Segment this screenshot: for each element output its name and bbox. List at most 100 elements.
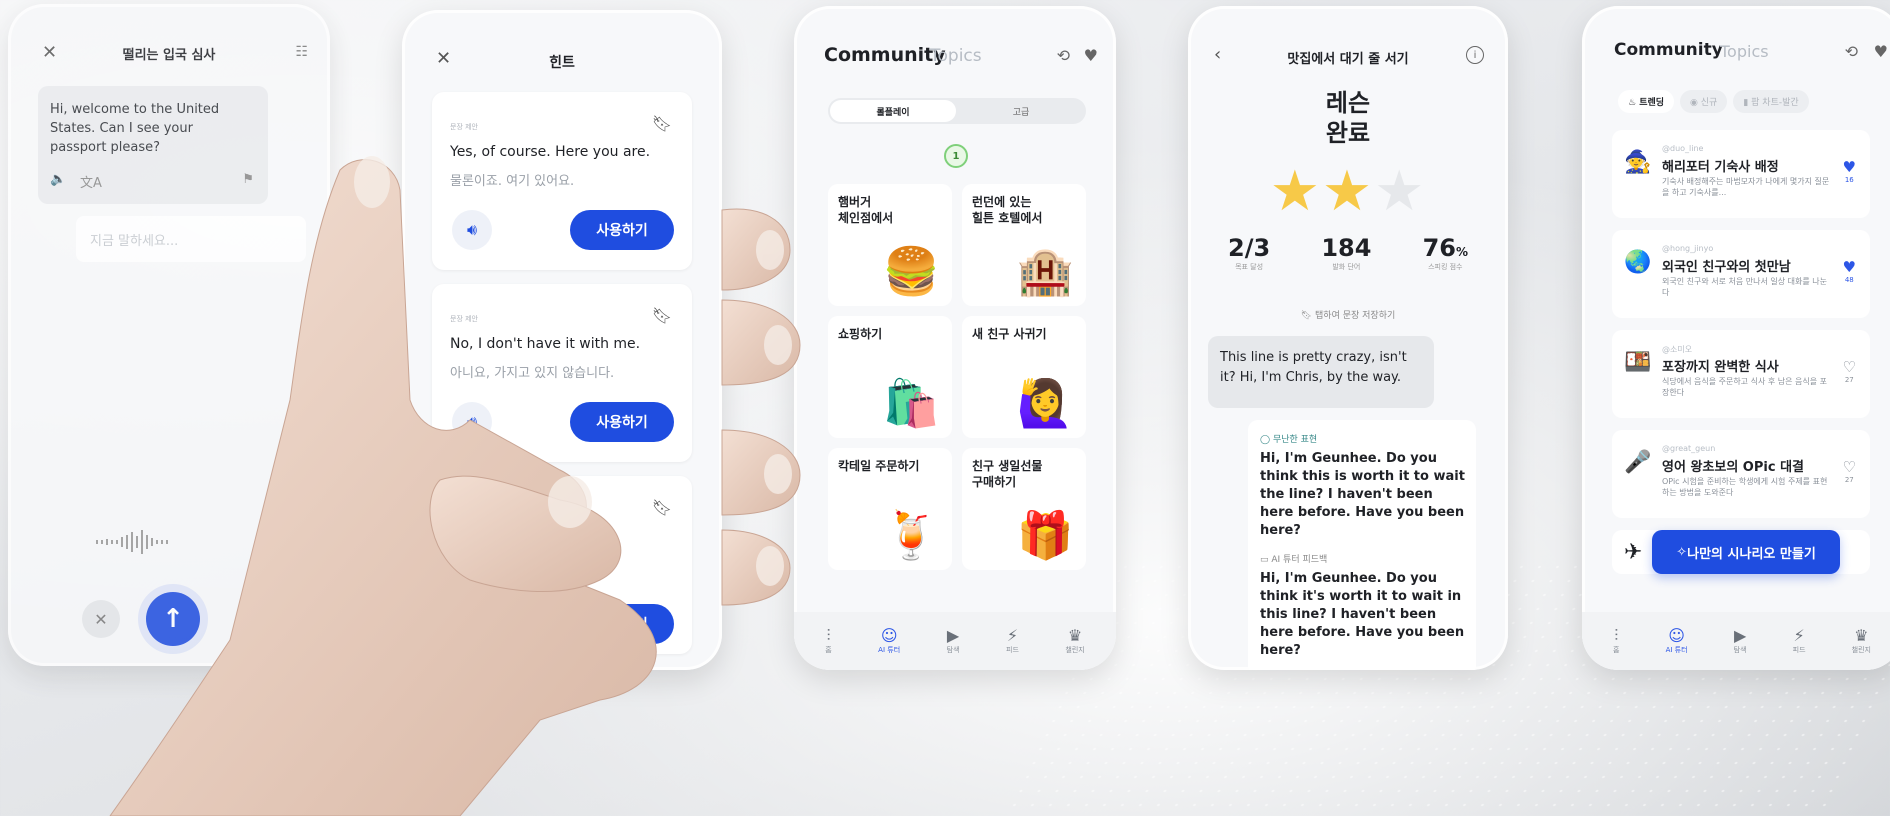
filter-trending[interactable]: ♨ 트렌딩 xyxy=(1618,90,1675,113)
create-scenario-button[interactable]: ✧ 나만의 시나리오 만들기 xyxy=(1652,530,1840,574)
back-icon[interactable]: ‹ xyxy=(1214,44,1221,65)
topics-tab[interactable]: Topics xyxy=(930,46,982,66)
send-button[interactable]: ↑ xyxy=(138,584,208,654)
filter-pop-chart[interactable]: ▮ 팝 차트-발간 xyxy=(1733,90,1809,113)
item-desc: 외국인 친구와 서로 처음 만나서 일상 대화를 나눈다 xyxy=(1662,277,1827,297)
book-icon: ▭ xyxy=(1260,555,1272,565)
speaker-button[interactable]: 🔊︎ xyxy=(452,210,492,250)
speaker-icon[interactable]: 🔈 xyxy=(50,172,66,187)
microphone-icon: 🎤 xyxy=(1624,450,1652,475)
like-button[interactable]: ♡ 27 xyxy=(1843,458,1856,484)
scenario-label: 친구 생일선물 구매하기 xyxy=(972,459,1043,489)
tab-label: 피드 xyxy=(1006,646,1019,654)
scenario-card[interactable]: 칵테일 주문하기 🍹 xyxy=(828,448,952,570)
tab-home[interactable]: ⫶ 홈 xyxy=(1613,627,1619,655)
heart-outline-icon: ♡ xyxy=(1842,458,1856,476)
close-icon[interactable]: ✕ xyxy=(42,42,57,63)
scenario-label: 새 친구 사귀기 xyxy=(972,327,1047,341)
create-scenario-label: 나만의 시나리오 만들기 xyxy=(1687,546,1816,562)
tab-challenge[interactable]: ♛ 챌린지 xyxy=(1852,627,1871,655)
tab-ai-tutor[interactable]: ☺ AI 튜터 xyxy=(1666,627,1688,655)
scenario-card[interactable]: 친구 생일선물 구매하기 🎁 xyxy=(962,448,1086,570)
heart-icon[interactable]: ♥ xyxy=(1874,42,1888,61)
speech-input[interactable]: 지금 말하세요... xyxy=(76,216,306,262)
tab-explore[interactable]: ▶ 탐색 xyxy=(1734,627,1747,655)
segment-advanced[interactable]: 고급 xyxy=(958,100,1084,122)
tab-label: AI 튜터 xyxy=(878,646,901,654)
feedback-label-text: AI 튜터 피드백 xyxy=(1271,555,1328,565)
screen-title: 맛집에서 대기 줄 서기 xyxy=(1287,52,1409,67)
hint-card: 🔖︎ 문장 제안 Yes, of course. Here you are. 물… xyxy=(432,92,692,270)
tab-label: 탐색 xyxy=(946,646,960,654)
hint-label: 문장 제안 xyxy=(450,315,478,323)
item-user: @hong_jinyo xyxy=(1662,244,1714,253)
waveform-icon: ⫶ xyxy=(1614,626,1619,645)
use-hint-button[interactable]: 사용하기 xyxy=(570,210,674,250)
tab-explore[interactable]: ▶ 탐색 xyxy=(947,627,960,655)
tab-label: AI 튜터 xyxy=(1665,646,1688,654)
wizard-icon: 🧙 xyxy=(1624,150,1652,175)
airplane-icon: ✈ xyxy=(1624,540,1643,565)
scenario-card[interactable]: 새 친구 사귀기 🙋‍♀️ xyxy=(962,316,1086,438)
plain-label-text: 무난한 표현 xyxy=(1272,435,1318,445)
stat-unit: % xyxy=(1455,245,1468,259)
heart-filled-icon: ♥ xyxy=(1842,258,1856,276)
segment-roleplay[interactable]: 롤플레이 xyxy=(830,100,956,122)
plain-expression-text: Hi, I'm Geunhee. Do you think this is wo… xyxy=(1260,451,1465,538)
item-title: 외국인 친구와의 첫만남 xyxy=(1662,260,1791,275)
scenario-card[interactable]: 쇼핑하기 🛍️ xyxy=(828,316,952,438)
stat-label: 스피킹 점수 xyxy=(1428,263,1463,271)
tab-feed[interactable]: ⚡︎ 피드 xyxy=(1793,627,1806,655)
like-button[interactable]: ♥ 48 xyxy=(1843,258,1856,284)
flag-icon[interactable]: ⚑ xyxy=(242,172,254,187)
bookmark-icon[interactable]: 🔖︎ xyxy=(652,306,672,325)
cocktail-icon: 🍹 xyxy=(882,508,940,562)
close-icon[interactable]: ✕ xyxy=(436,48,451,69)
filter-new[interactable]: ◉ 신규 xyxy=(1680,90,1728,113)
settings-icon[interactable]: ☷ xyxy=(295,44,308,60)
tab-challenge[interactable]: ♛ 챌린지 xyxy=(1065,627,1084,655)
list-item[interactable]: 🎤 @great_geun 영어 왕초보의 OPic 대결 OPic 시험을 준… xyxy=(1612,430,1870,518)
filter-label: 트렌딩 xyxy=(1639,98,1665,108)
tab-home[interactable]: ⫶ 홈 xyxy=(825,627,831,655)
phone-immigration-chat: ✕ 떨리는 입국 심사 ☷ Hi, welcome to the United … xyxy=(8,4,330,666)
stat-label: 발화 단어 xyxy=(1332,263,1361,271)
bookmark-icon[interactable]: 🔖︎ xyxy=(652,114,672,133)
like-button[interactable]: ♡ 27 xyxy=(1843,358,1856,384)
save-hint[interactable]: 🔖︎ 탭하여 문장 저장하기 xyxy=(1188,308,1508,321)
hint-korean: ...니다. xyxy=(552,558,593,573)
lightning-icon: ⚡︎ xyxy=(1006,626,1019,645)
voice-waveform xyxy=(96,530,246,554)
list-item[interactable]: 🌏 @hong_jinyo 외국인 친구와의 첫만남 외국인 친구와 서로 처음… xyxy=(1612,230,1870,318)
stat-goal: 2/3 목표 달성 xyxy=(1228,234,1270,272)
stat-value: 76 xyxy=(1422,234,1456,262)
tab-feed[interactable]: ⚡︎ 피드 xyxy=(1006,627,1019,655)
topics-tab[interactable]: Topics xyxy=(1720,42,1769,61)
bottom-tab-bar: ⫶ 홈 ☺ AI 튜터 ▶ 탐색 ⚡︎ 피드 ♛ 챌린지 xyxy=(1582,612,1890,670)
speaker-button[interactable]: 🔊︎ xyxy=(452,402,492,442)
translate-icon[interactable]: 文A xyxy=(80,172,102,191)
list-item[interactable]: 🧙 @duo_line 해리포터 기숙사 배정 기숙사 배정해주는 마법모자가 … xyxy=(1612,130,1870,218)
item-desc: 기숙사 배정해주는 마법모자가 나에게 몇가지 질문을 하고 기숙사를... xyxy=(1662,177,1830,197)
stat-value: 184 xyxy=(1321,234,1372,262)
heart-icon[interactable]: ♥ xyxy=(1084,46,1098,65)
bookmark-icon[interactable]: 🔖︎ xyxy=(652,498,672,517)
cancel-button[interactable]: ✕ xyxy=(82,600,120,638)
history-icon[interactable]: ⟲ xyxy=(1057,46,1070,65)
community-tab[interactable]: Community xyxy=(1614,40,1723,60)
item-user: @great_geun xyxy=(1662,444,1716,453)
use-hint-button[interactable]: 사용하기 xyxy=(570,604,674,644)
tab-ai-tutor[interactable]: ☺ AI 튜터 xyxy=(878,627,900,655)
list-item[interactable]: 🍱 @소미오 포장까지 완벽한 식사 식당에서 음식을 주문하고 식사 후 남은… xyxy=(1612,330,1870,418)
tutor-message-bubble: Hi, welcome to the United States. Can I … xyxy=(38,86,268,204)
trophy-icon: ♛ xyxy=(1067,626,1083,645)
scenario-card[interactable]: 런던에 있는 힐튼 호텔에서 🏨 xyxy=(962,184,1086,306)
segment-control: 롤플레이 고급 xyxy=(828,98,1086,124)
history-icon[interactable]: ⟲ xyxy=(1845,42,1858,61)
use-hint-button[interactable]: 사용하기 xyxy=(570,402,674,442)
like-button[interactable]: ♥ 16 xyxy=(1843,158,1856,184)
play-icon: ▶ xyxy=(946,626,960,645)
info-icon[interactable]: i xyxy=(1466,46,1484,64)
scenario-card[interactable]: 햄버거 체인점에서 🍔 xyxy=(828,184,952,306)
community-tab[interactable]: Community xyxy=(824,44,946,66)
